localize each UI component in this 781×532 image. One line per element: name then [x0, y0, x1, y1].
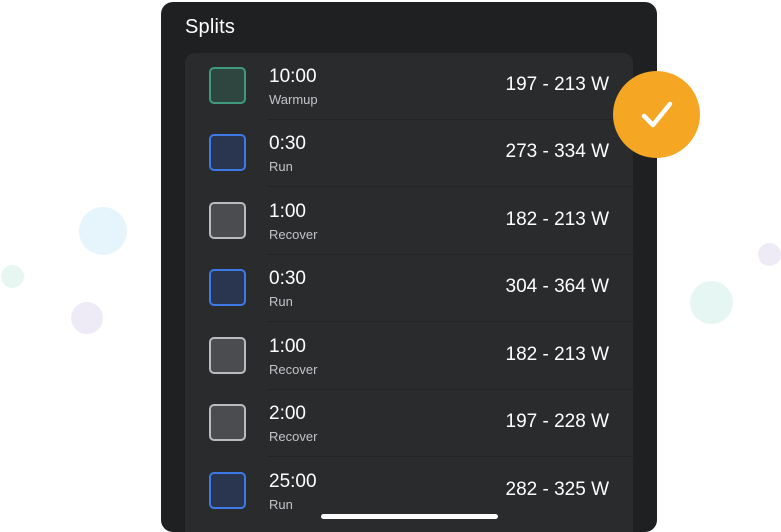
- success-badge: [613, 71, 700, 158]
- split-color-swatch: [209, 134, 246, 171]
- split-power-range: 197 - 213 W: [505, 74, 610, 95]
- split-label: Run: [269, 159, 293, 174]
- split-color-swatch: [209, 472, 246, 509]
- split-color-swatch: [209, 202, 246, 239]
- split-row[interactable]: 0:30 Run 304 - 364 W: [185, 255, 633, 322]
- split-color-swatch: [209, 404, 246, 441]
- split-power-range: 182 - 213 W: [505, 209, 610, 230]
- decorative-bubble: [1, 265, 24, 288]
- row-divider: [267, 186, 633, 187]
- panel-title: Splits: [185, 16, 236, 38]
- split-label: Warmup: [269, 92, 318, 107]
- split-duration: 10:00: [269, 66, 317, 87]
- split-power-range: 282 - 325 W: [505, 479, 610, 500]
- split-duration: 2:00: [269, 403, 306, 424]
- split-power-range: 304 - 364 W: [505, 276, 610, 297]
- decorative-bubble: [79, 207, 127, 255]
- split-row[interactable]: 2:00 Recover 197 - 228 W: [185, 390, 633, 457]
- split-power-range: 197 - 228 W: [505, 411, 610, 432]
- split-label: Recover: [269, 429, 318, 444]
- splits-panel: Splits 10:00 Warmup 197 - 213 W 0:30 Run…: [161, 2, 657, 532]
- split-color-swatch: [209, 67, 246, 104]
- split-color-swatch: [209, 337, 246, 374]
- split-color-swatch: [209, 269, 246, 306]
- split-label: Recover: [269, 227, 318, 242]
- split-label: Run: [269, 294, 293, 309]
- row-divider: [267, 456, 633, 457]
- split-duration: 25:00: [269, 471, 317, 492]
- splits-list[interactable]: 10:00 Warmup 197 - 213 W 0:30 Run 273 - …: [185, 53, 633, 532]
- split-label: Run: [269, 497, 293, 512]
- checkmark-icon: [641, 101, 672, 127]
- split-row[interactable]: 1:00 Recover 182 - 213 W: [185, 323, 633, 390]
- split-duration: 1:00: [269, 201, 306, 222]
- row-divider: [267, 321, 633, 322]
- decorative-bubble: [690, 281, 733, 324]
- decorative-bubble: [758, 243, 781, 266]
- home-indicator: [321, 514, 498, 519]
- split-row[interactable]: 1:00 Recover 182 - 213 W: [185, 188, 633, 255]
- split-row[interactable]: 10:00 Warmup 197 - 213 W: [185, 53, 633, 120]
- split-label: Recover: [269, 362, 318, 377]
- split-duration: 1:00: [269, 336, 306, 357]
- split-power-range: 273 - 334 W: [505, 141, 610, 162]
- split-duration: 0:30: [269, 133, 306, 154]
- decorative-bubble: [71, 302, 103, 334]
- split-duration: 0:30: [269, 268, 306, 289]
- split-row[interactable]: 0:30 Run 273 - 334 W: [185, 120, 633, 187]
- split-power-range: 182 - 213 W: [505, 344, 610, 365]
